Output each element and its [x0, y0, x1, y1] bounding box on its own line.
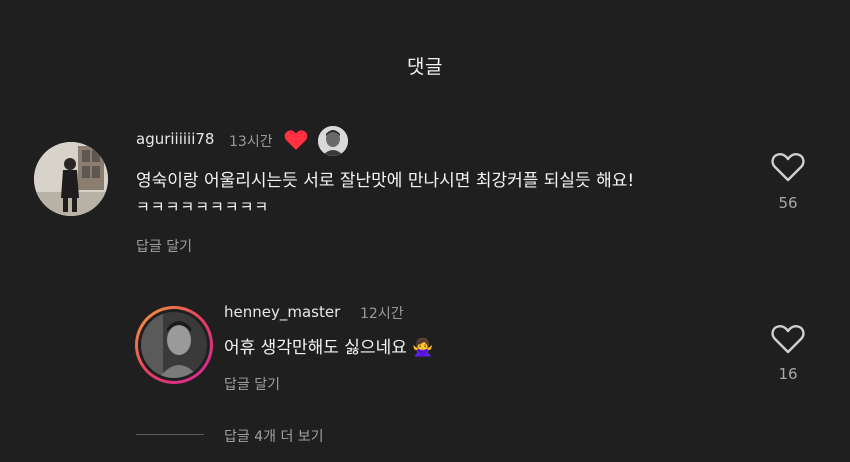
comment-time: 13시간: [229, 134, 273, 150]
woman-gesturing-no-emoji: 🙅‍♀️: [412, 338, 434, 358]
reply-button[interactable]: 답글 달기: [224, 374, 280, 394]
like-heart-icon[interactable]: [771, 324, 805, 354]
reply-text: 어휴 생각만해도 싫으네요 🙅‍♀️: [224, 333, 433, 363]
reply-text-content: 어휴 생각만해도 싫으네요: [224, 338, 407, 358]
like-heart-icon[interactable]: [771, 152, 805, 182]
comment-username[interactable]: aguriiiiii78: [136, 130, 214, 148]
comment-text-line2: ㅋㅋㅋㅋㅋㅋㅋㅋㅋ: [136, 198, 270, 216]
view-more-replies-button[interactable]: 답글 4개 더 보기: [224, 426, 324, 446]
avatar-story-ring[interactable]: [135, 306, 213, 384]
avatar[interactable]: [34, 142, 108, 216]
page-title: 댓글: [407, 56, 443, 78]
creator-avatar: [318, 126, 348, 156]
creator-liked-heart-icon: [284, 130, 308, 150]
avatar-photo: [34, 142, 108, 216]
view-more-replies-divider: [136, 434, 204, 435]
avatar: [141, 312, 207, 378]
like-count: 16: [778, 365, 798, 383]
reply-time: 12시간: [360, 306, 404, 322]
reply-username[interactable]: henney_master: [224, 303, 340, 321]
reply-button[interactable]: 답글 달기: [136, 236, 192, 256]
like-count: 56: [778, 194, 798, 212]
